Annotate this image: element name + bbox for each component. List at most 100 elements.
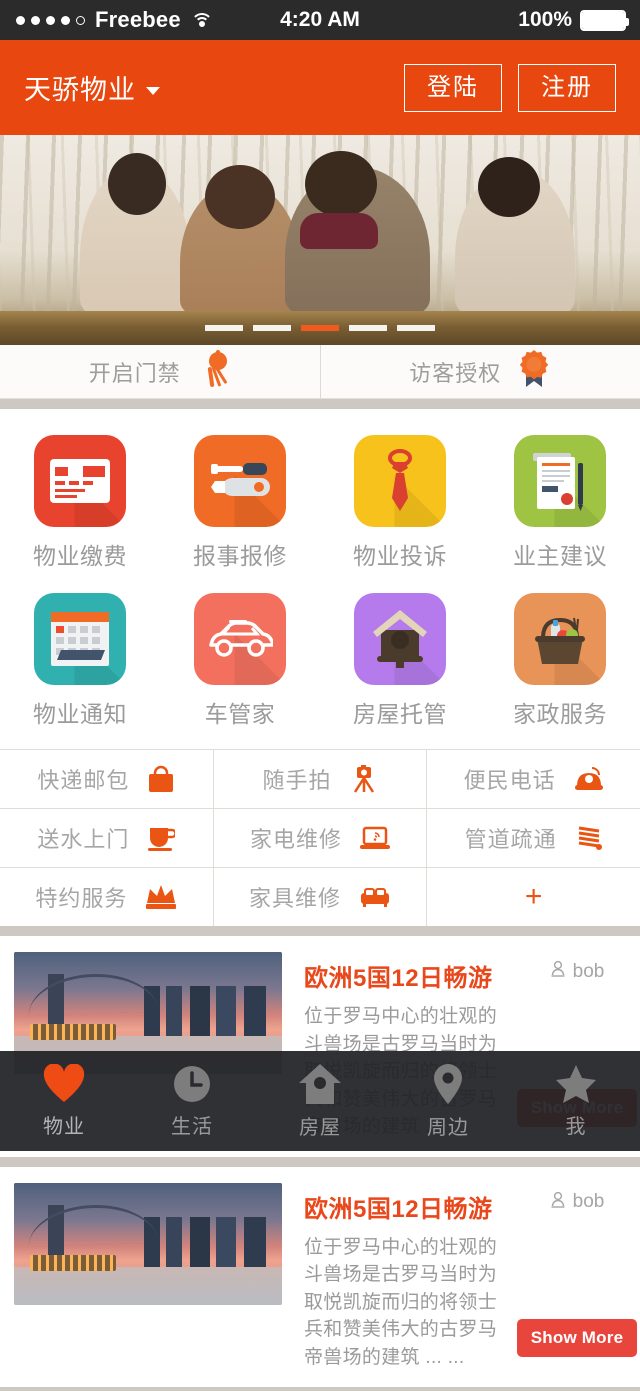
chevron-down-icon [146,87,160,95]
feature-label: 物业通知 [33,701,127,727]
telephone-icon [574,766,604,792]
feature-label: 车管家 [204,701,276,727]
crown-icon [145,883,177,911]
section-divider [0,926,640,936]
services-grid: 快递邮包 随手拍 便民电话送水上门 家电维修 管道疏通特约服务 家具维修 + [0,749,640,926]
register-button[interactable]: 注册 [518,63,616,112]
news-author: bob [550,960,605,983]
tab-周边[interactable]: 周边 [384,1063,512,1140]
service-label: 快递邮包 [37,768,130,793]
open-door-label: 开启门禁 [88,360,181,386]
feature-label: 物业缴费 [33,543,127,569]
signal-strength-icon [16,15,85,25]
tab-label: 周边 [427,1116,469,1139]
header-actions: 登陆 注册 [404,63,616,112]
clock-icon [172,1064,212,1104]
service-item[interactable]: 管道疏通 [426,809,640,867]
star-icon [555,1064,597,1104]
open-door-access-button[interactable]: 开启门禁 [0,345,320,398]
banner-figure [478,157,540,217]
home-icon [298,1063,342,1105]
service-label: 管道疏通 [464,827,557,852]
contract-document-icon [514,435,606,527]
status-bar-left: Freebee [0,7,213,33]
feature-yezhu-jianyi[interactable]: 业主建议 [480,427,640,585]
news-title: 欧洲5国12日畅游 [304,1195,493,1223]
user-icon [550,1191,566,1214]
carousel-dot[interactable] [205,325,243,331]
services-row: 送水上门 家电维修 管道疏通 [0,808,640,867]
wrench-screwdriver-icon [194,435,286,527]
news-author-name: bob [572,1191,605,1213]
news-body: 欧洲5国12日畅游位于罗马中心的壮观的斗兽场是古罗马当时为取悦凯旋而归的将领士兵… [282,1183,514,1372]
tab-物业[interactable]: 物业 [0,1063,128,1139]
service-label: 便民电话 [463,768,556,793]
shopping-basket-icon [514,593,606,685]
carousel-dot[interactable] [349,325,387,331]
banner-figure [108,153,166,215]
award-ribbon-icon [517,349,551,394]
feature-icon-grid: 物业缴费 报事报修 物业投诉 业主建议 物业通知 车管家 房屋托管 家政服务 [0,409,640,749]
service-label: 随手拍 [262,768,332,793]
feature-label: 房屋托管 [353,701,447,727]
news-author: bob [550,1191,605,1214]
service-item[interactable]: 快递邮包 [0,750,213,808]
carousel-dot[interactable] [253,325,291,331]
birdhouse-icon [354,593,446,685]
add-service-button[interactable]: + [426,868,640,926]
news-author-name: bob [572,960,605,982]
service-label: 特约服务 [35,886,128,911]
carousel-dot[interactable] [301,325,339,331]
service-item[interactable]: 特约服务 [0,868,213,926]
icon-grid-row: 物业通知 车管家 房屋托管 家政服务 [0,585,640,743]
show-more-button[interactable]: Show More [516,1319,638,1358]
pipe-coil-icon [575,824,603,852]
news-meta: bob Show More [514,1183,640,1372]
heart-icon [43,1063,85,1104]
service-label: 家具维修 [249,886,342,911]
service-item[interactable]: 家电维修 [212,809,427,867]
tab-房屋[interactable]: 房屋 [256,1063,384,1140]
carousel-dot[interactable] [397,325,435,331]
service-label: 家电维修 [250,827,343,852]
feature-wuye-tongzhi[interactable]: 物业通知 [0,585,160,743]
feature-baoshi-baoxiu[interactable]: 报事报修 [160,427,320,585]
carousel-indicator[interactable] [0,325,640,331]
service-item[interactable]: 便民电话 [426,750,640,808]
feature-wuye-tousu[interactable]: 物业投诉 [320,427,480,585]
location-pin-icon [433,1063,463,1105]
feature-che-guanjia[interactable]: 车管家 [160,585,320,743]
service-item[interactable]: 家具维修 [212,868,427,926]
tab-我[interactable]: 我 [512,1064,640,1139]
brand-selector[interactable]: 天骄物业 [24,68,160,107]
user-icon [550,960,566,983]
news-card[interactable]: 欧洲5国12日畅游位于罗马中心的壮观的斗兽场是古罗马当时为取悦凯旋而归的将领士兵… [0,1166,640,1388]
feature-label: 家政服务 [513,701,607,727]
shopping-bag-icon [147,765,175,793]
service-item[interactable]: 随手拍 [212,750,427,808]
battery-percent-label: 100% [518,8,572,31]
wifi-icon [190,12,213,28]
car-icon [194,593,286,685]
status-bar-right: 100% [518,8,640,32]
feature-fangwu-tuoguan[interactable]: 房屋托管 [320,585,480,743]
login-button[interactable]: 登陆 [404,63,502,112]
banner-figure [205,165,275,229]
app-root: Freebee 4:20 AM 100% 天骄物业 登陆 注册 开启门禁 访客授… [0,0,640,1391]
tab-label: 房屋 [299,1116,341,1139]
service-item[interactable]: 送水上门 [0,809,213,867]
app-header: 天骄物业 登陆 注册 [0,40,640,135]
service-label: 送水上门 [37,827,130,852]
keys-icon [197,350,231,393]
camera-tripod-icon [350,765,378,793]
visitor-authorization-button[interactable]: 访客授权 [319,345,640,398]
hero-carousel[interactable] [0,135,640,345]
tab-生活[interactable]: 生活 [128,1064,256,1139]
tab-label: 物业 [43,1115,85,1138]
visitor-auth-label: 访客授权 [409,360,502,386]
news-description: 位于罗马中心的壮观的斗兽场是古罗马当时为取悦凯旋而归的将领士兵和赞美伟大的古罗马… [304,1236,498,1368]
status-bar: Freebee 4:20 AM 100% [0,0,640,40]
banner-figure [300,213,378,249]
feature-wuye-jiaofei[interactable]: 物业缴费 [0,427,160,585]
feature-jiazheng-fuwu[interactable]: 家政服务 [480,585,640,743]
